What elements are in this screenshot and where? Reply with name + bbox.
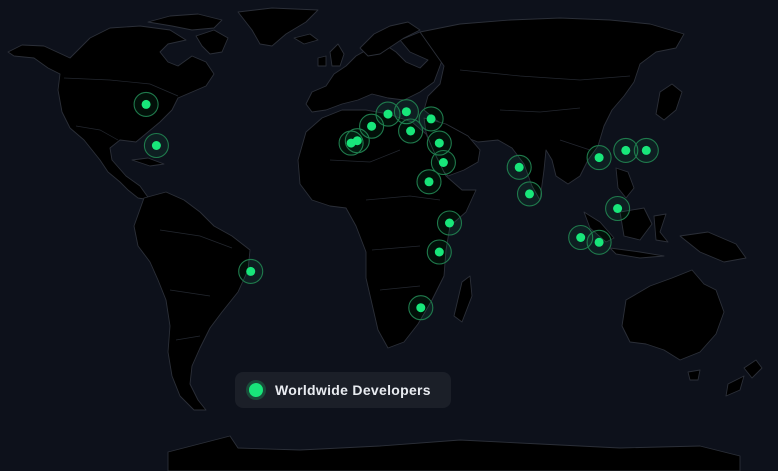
asia-landmass [419,17,685,201]
developer-pin [426,239,452,265]
developer-pin-dot [576,233,586,242]
developer-pin-dot [514,162,524,172]
britain-landmass [329,43,345,67]
legend-label: Worldwide Developers [275,382,431,398]
australia-landmass [621,269,725,361]
map-legend: Worldwide Developers [235,372,451,408]
developer-pin [436,210,463,236]
japan-landmass [655,83,683,121]
developer-pin-dot [525,189,534,199]
developer-pin [416,169,442,195]
baffin-island-landmass [195,29,229,55]
philippines-landmass [615,167,635,199]
developer-pin-dot [416,303,426,313]
developer-pin-dot [141,99,151,109]
developer-pin-dot [594,153,604,163]
developer-pin [398,118,424,144]
developer-pin [605,195,631,222]
new-zealand-south-landmass [725,375,745,397]
developer-pin [143,132,169,159]
developer-pin-dot [641,145,651,155]
world-map-view: Worldwide Developers [0,0,778,471]
developer-pin [516,181,543,207]
developer-pin-dot [352,136,362,146]
legend-dot-icon [249,383,263,397]
new-guinea-landmass [679,231,747,263]
sulawesi-landmass [653,213,669,243]
developer-pin [238,258,264,284]
developer-pin [586,229,612,255]
developer-pin [418,106,444,132]
developer-pin-dot [246,266,256,276]
java-landmass [609,247,665,259]
madagascar-landmass [453,275,473,323]
new-zealand-landmass [743,359,763,379]
developer-pin [633,137,659,163]
developer-pin [586,145,612,171]
ireland-landmass [317,55,327,67]
developer-pin-dot [406,126,416,136]
developer-pin-dot [621,145,631,155]
developer-pin-dot [434,247,444,257]
developer-pin-dot [438,158,448,167]
north-america-landmass [7,25,215,201]
tasmania-landmass [687,369,701,381]
developer-pin-dot [445,218,454,228]
developer-pin-dot [367,121,377,131]
developer-pin-dot [594,237,604,247]
developer-pin-dot [383,109,393,119]
iceland-landmass [293,33,319,45]
developer-pin-dot [424,177,434,187]
cuba-landmass [131,157,165,167]
developer-pin-dot [401,107,411,117]
developer-pin-dot [426,114,436,124]
developer-pin-dot [613,204,623,213]
developer-pin [133,91,159,117]
developer-pin-dot [434,138,444,148]
developer-pin-dot [151,141,161,150]
south-america-landmass [133,191,251,411]
arctic-islands-landmass [147,13,223,31]
antarctica-landmass [167,435,741,471]
developer-pin [408,295,434,321]
developer-pin [506,154,532,180]
